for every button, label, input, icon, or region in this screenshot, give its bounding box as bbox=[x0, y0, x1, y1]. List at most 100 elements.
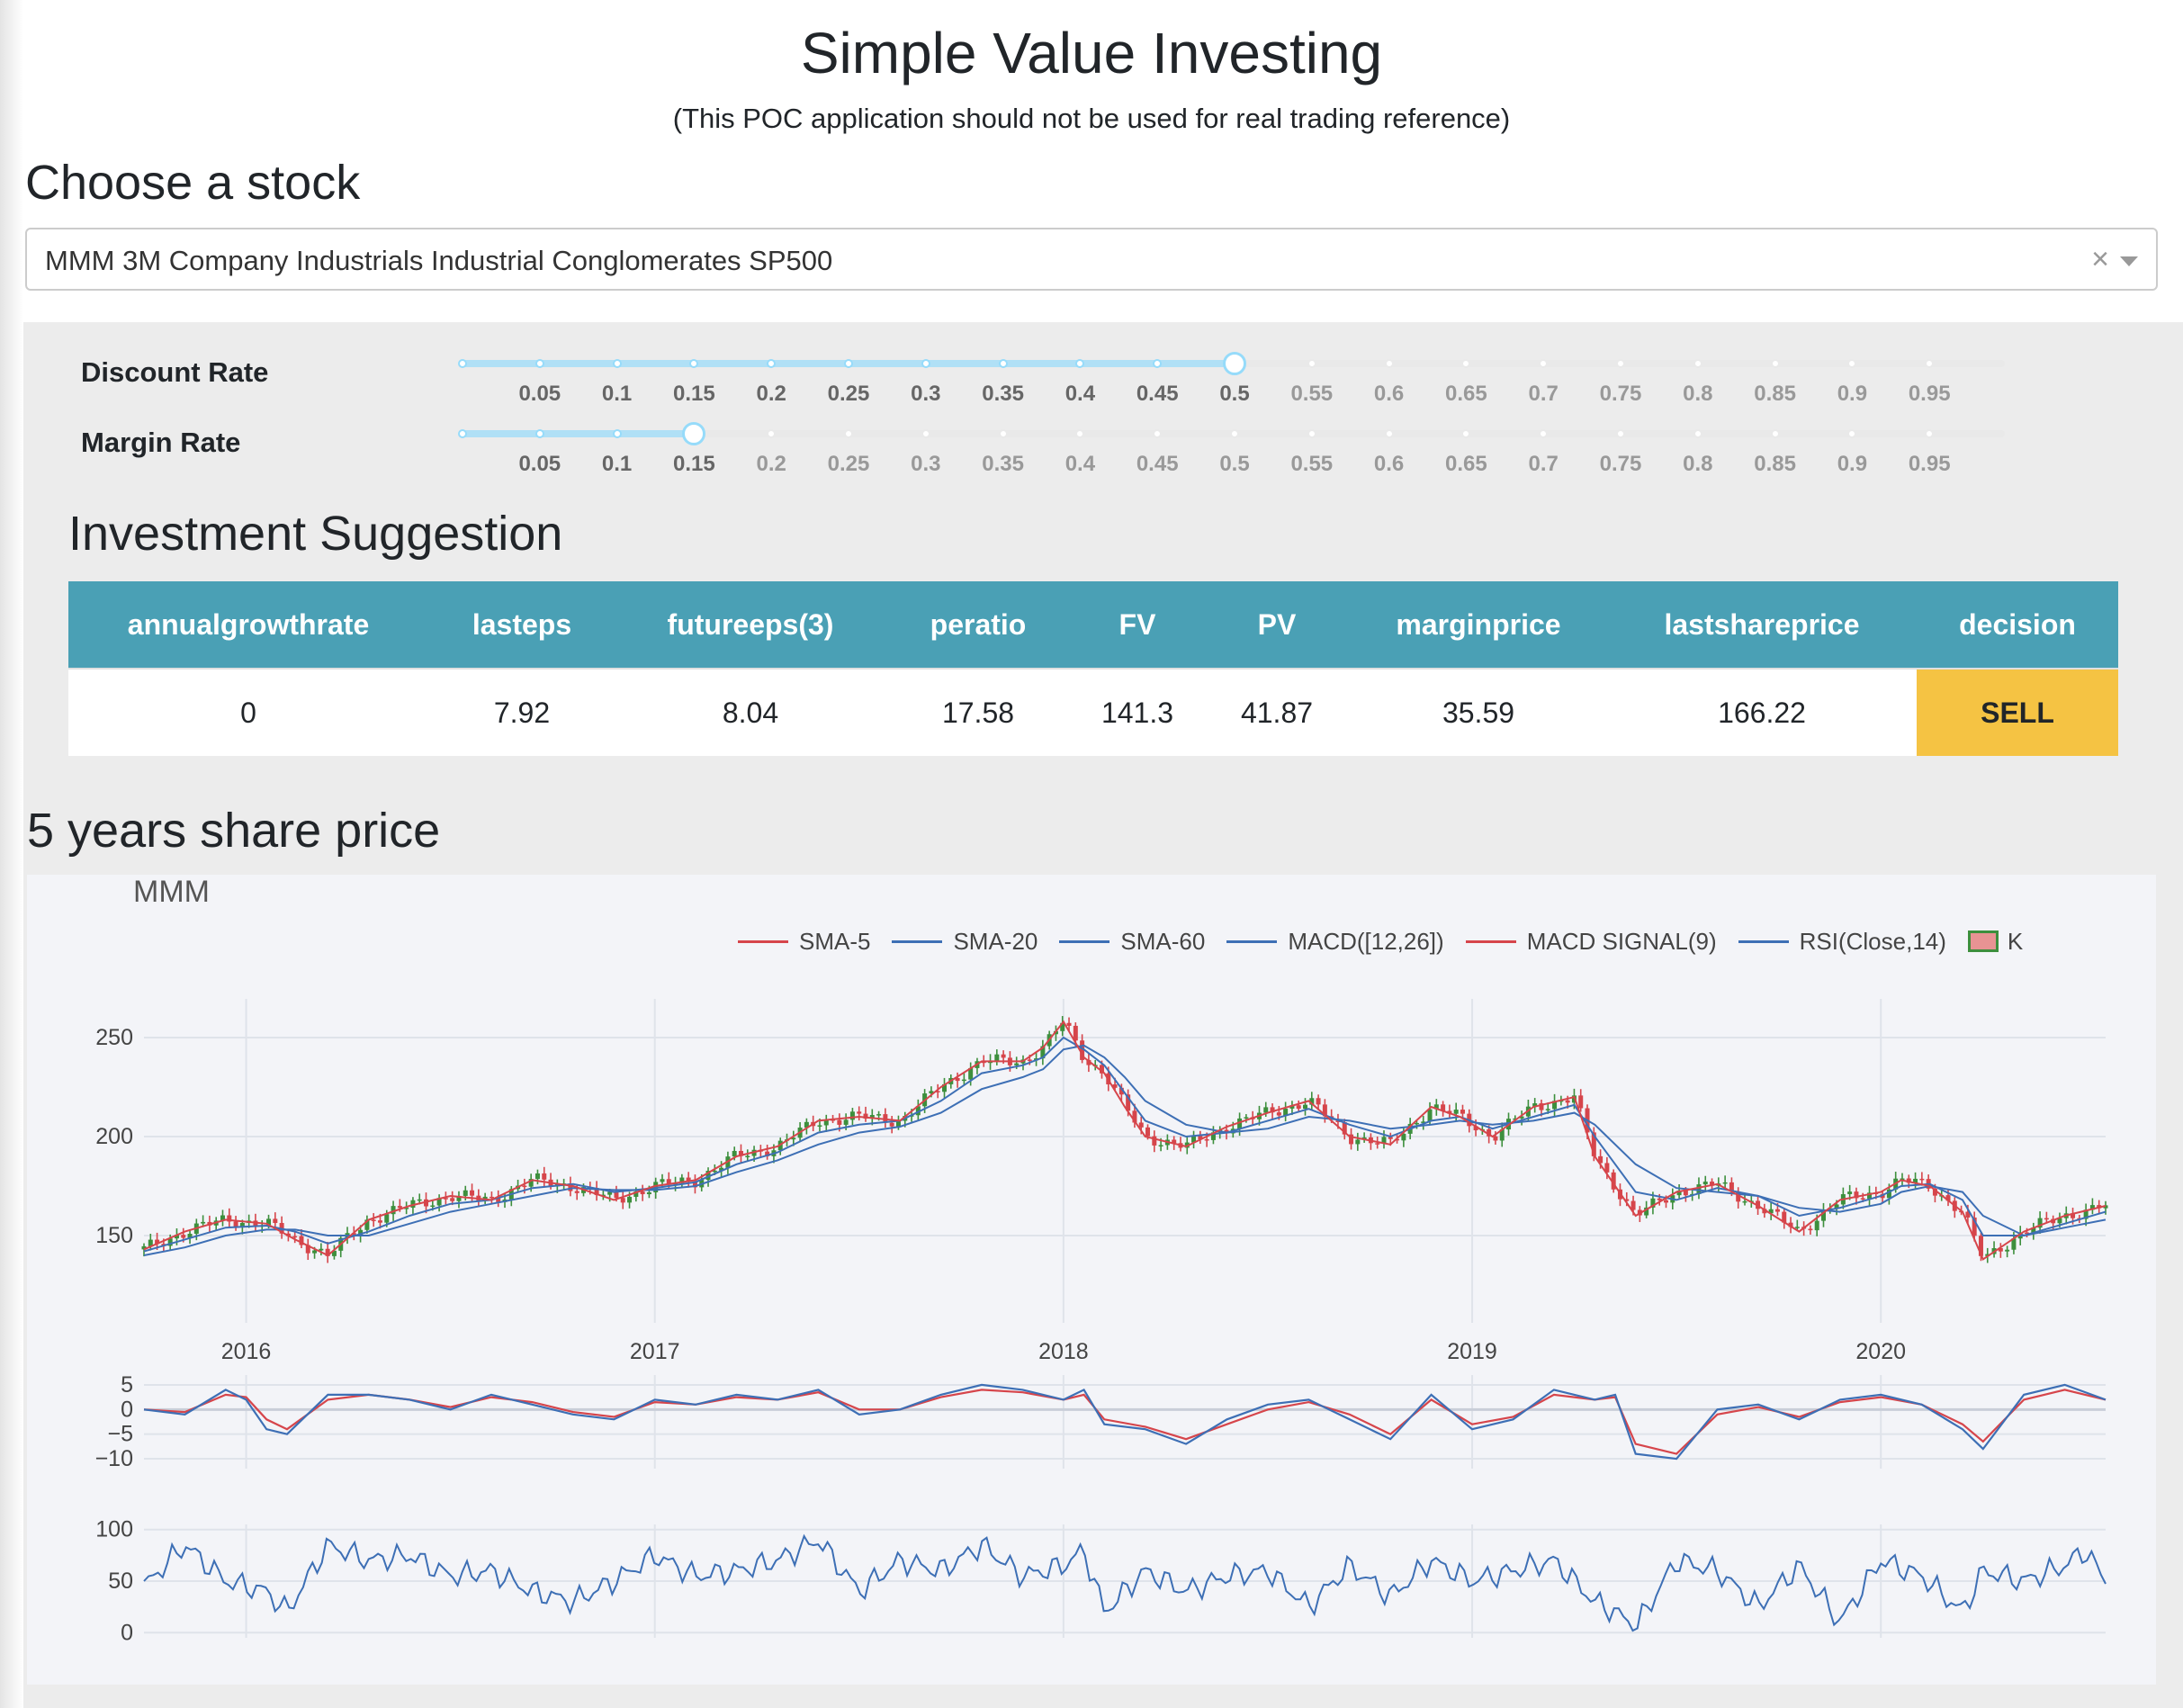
candlestick-body bbox=[201, 1221, 206, 1224]
x-tick-label: 2019 bbox=[1447, 1339, 1497, 1364]
discount-rate-slider-tick-label: 0.75 bbox=[1599, 382, 1642, 406]
candlestick-body bbox=[1742, 1200, 1747, 1203]
chart-canvas: 2016 2017 2018 2019 202015020025050−5−101005… bbox=[95, 999, 2108, 1645]
candlestick-body bbox=[1860, 1198, 1865, 1200]
table-cell: 8.04 bbox=[615, 668, 885, 756]
candlestick-body bbox=[961, 1079, 966, 1082]
margin-rate-slider-step-dot[interactable] bbox=[1230, 429, 1239, 438]
candlestick-body bbox=[181, 1235, 186, 1238]
table-cell: 35.59 bbox=[1350, 668, 1607, 756]
clear-icon[interactable]: × bbox=[2091, 242, 2109, 277]
candlestick-body bbox=[542, 1173, 547, 1180]
margin-rate-slider-tick-label: 0.15 bbox=[673, 452, 715, 476]
candlestick-body bbox=[1427, 1109, 1433, 1122]
candlestick-body bbox=[1296, 1105, 1301, 1110]
margin-rate-slider-tick-label: 0.05 bbox=[518, 452, 561, 476]
discount-rate-slider-step-dot[interactable] bbox=[1770, 359, 1780, 368]
candlestick-body bbox=[450, 1198, 455, 1201]
candlestick-body bbox=[1414, 1122, 1419, 1125]
candlestick-body bbox=[849, 1111, 855, 1120]
margin-rate-slider-tick-label: 0.1 bbox=[601, 452, 633, 476]
candlestick-body bbox=[857, 1111, 862, 1114]
margin-rate-slider-tick-label: 0.55 bbox=[1290, 452, 1334, 476]
discount-rate-slider-step-dot[interactable] bbox=[1307, 359, 1316, 368]
candlestick-body bbox=[1014, 1063, 1020, 1065]
discount-rate-slider-tick-label: 0.35 bbox=[982, 382, 1024, 406]
margin-rate-slider-tick-label: 0.45 bbox=[1136, 452, 1179, 476]
stock-dropdown-value: MMM 3M Company Industrials Industrial Co… bbox=[45, 245, 833, 276]
macd-signal-line bbox=[143, 1389, 2107, 1455]
discount-rate-slider-step-dot[interactable] bbox=[921, 359, 930, 368]
margin-rate-slider-tick-label: 0.5 bbox=[1219, 452, 1250, 476]
discount-rate-slider-step-dot[interactable] bbox=[998, 359, 1008, 368]
candlestick-body bbox=[1722, 1182, 1728, 1184]
candlestick-body bbox=[1702, 1182, 1708, 1185]
margin-rate-slider-step-dot[interactable] bbox=[612, 429, 622, 438]
candlestick-body bbox=[1001, 1054, 1006, 1058]
margin-rate-slider-step-dot[interactable] bbox=[1384, 429, 1394, 438]
candlestick-body bbox=[489, 1196, 494, 1199]
window-edge-shadow bbox=[0, 0, 23, 1708]
candlestick-body bbox=[1303, 1104, 1308, 1110]
candlestick-body bbox=[1493, 1136, 1498, 1141]
margin-rate-slider-tick-label: 0.25 bbox=[827, 452, 870, 476]
column-header: marginprice bbox=[1350, 581, 1607, 669]
candlestick-body bbox=[627, 1196, 633, 1203]
candlestick-body bbox=[430, 1205, 436, 1208]
margin-rate-slider-step-dot[interactable] bbox=[844, 429, 853, 438]
discount-rate-slider-tick-label: 0.95 bbox=[1908, 382, 1951, 406]
discount-rate-slider-step-dot[interactable] bbox=[458, 359, 467, 368]
candlestick-body bbox=[1847, 1191, 1853, 1195]
margin-rate-slider-tick-label: 0.6 bbox=[1373, 452, 1405, 476]
margin-rate-slider-step-dot[interactable] bbox=[1693, 429, 1702, 438]
y-tick-label: 100 bbox=[95, 1517, 133, 1542]
candlestick-body bbox=[522, 1185, 527, 1188]
margin-rate-slider-step-dot[interactable] bbox=[998, 429, 1008, 438]
top-section: Simple Value Investing (This POC applica… bbox=[0, 0, 2183, 322]
discount-rate-slider-step-dot[interactable] bbox=[1384, 359, 1394, 368]
share-price-chart: MMM SMA-5 SMA-20 SMA-60 MACD([12,26]) MA… bbox=[27, 875, 2156, 1685]
discount-rate-slider-step-dot[interactable] bbox=[1693, 359, 1702, 368]
margin-rate-slider-step-dot[interactable] bbox=[1307, 429, 1316, 438]
discount-rate-slider-tick-label: 0.05 bbox=[518, 382, 561, 406]
margin-rate-slider-tick-label: 0.7 bbox=[1528, 452, 1559, 476]
margin-rate-slider-tick-label: 0.75 bbox=[1599, 452, 1642, 476]
discount-rate-slider-step-dot[interactable] bbox=[535, 359, 544, 368]
candlestick-body bbox=[1774, 1209, 1780, 1212]
margin-rate-slider-step-dot[interactable] bbox=[535, 429, 544, 438]
table-cell: 17.58 bbox=[885, 668, 1071, 756]
margin-rate-slider-step-dot[interactable] bbox=[458, 429, 467, 438]
choose-stock-heading: Choose a stock bbox=[25, 156, 361, 210]
candlestick-body bbox=[2044, 1218, 2049, 1220]
share-price-heading: 5 years share price bbox=[27, 804, 441, 858]
margin-rate-slider-tick-label: 0.35 bbox=[982, 452, 1024, 476]
margin-rate-slider-tick-label: 0.95 bbox=[1908, 452, 1951, 476]
discount-rate-slider-step-dot[interactable] bbox=[1616, 359, 1625, 368]
discount-rate-slider-tick-label: 0.6 bbox=[1373, 382, 1405, 406]
sma-5-line bbox=[143, 1020, 2107, 1261]
discount-rate-slider-step-dot[interactable] bbox=[844, 359, 853, 368]
discount-rate-slider-tick-label: 0.55 bbox=[1290, 382, 1334, 406]
table-header-row: annualgrowthrate lasteps futureeps(3) pe… bbox=[68, 581, 2118, 669]
candlestick-body bbox=[1263, 1107, 1269, 1113]
candlestick-body bbox=[620, 1198, 625, 1203]
discount-rate-slider-tick-label: 0.8 bbox=[1683, 382, 1713, 406]
discount-rate-slider-tick-label: 0.5 bbox=[1219, 382, 1250, 406]
discount-rate-slider-handle[interactable] bbox=[1223, 352, 1246, 375]
margin-rate-slider-step-dot[interactable] bbox=[1770, 429, 1780, 438]
discount-rate-slider-tick-label: 0.3 bbox=[911, 382, 941, 406]
candlestick-body bbox=[417, 1199, 422, 1201]
margin-rate-slider-step-dot[interactable] bbox=[1616, 429, 1625, 438]
column-header: lastshareprice bbox=[1607, 581, 1917, 669]
column-header: annualgrowthrate bbox=[68, 581, 428, 669]
candlestick-body bbox=[1276, 1112, 1281, 1116]
chevron-down-icon[interactable] bbox=[2120, 256, 2138, 266]
discount-rate-slider-tick-label: 0.1 bbox=[601, 382, 633, 406]
stock-dropdown[interactable]: MMM 3M Company Industrials Industrial Co… bbox=[25, 228, 2158, 291]
candlestick-body bbox=[377, 1220, 382, 1223]
candlestick-body bbox=[745, 1155, 750, 1158]
x-tick-label: 2020 bbox=[1855, 1339, 1906, 1364]
candlestick-body bbox=[1919, 1178, 1925, 1181]
margin-rate-slider-step-dot[interactable] bbox=[921, 429, 930, 438]
discount-rate-slider-step-dot[interactable] bbox=[612, 359, 622, 368]
